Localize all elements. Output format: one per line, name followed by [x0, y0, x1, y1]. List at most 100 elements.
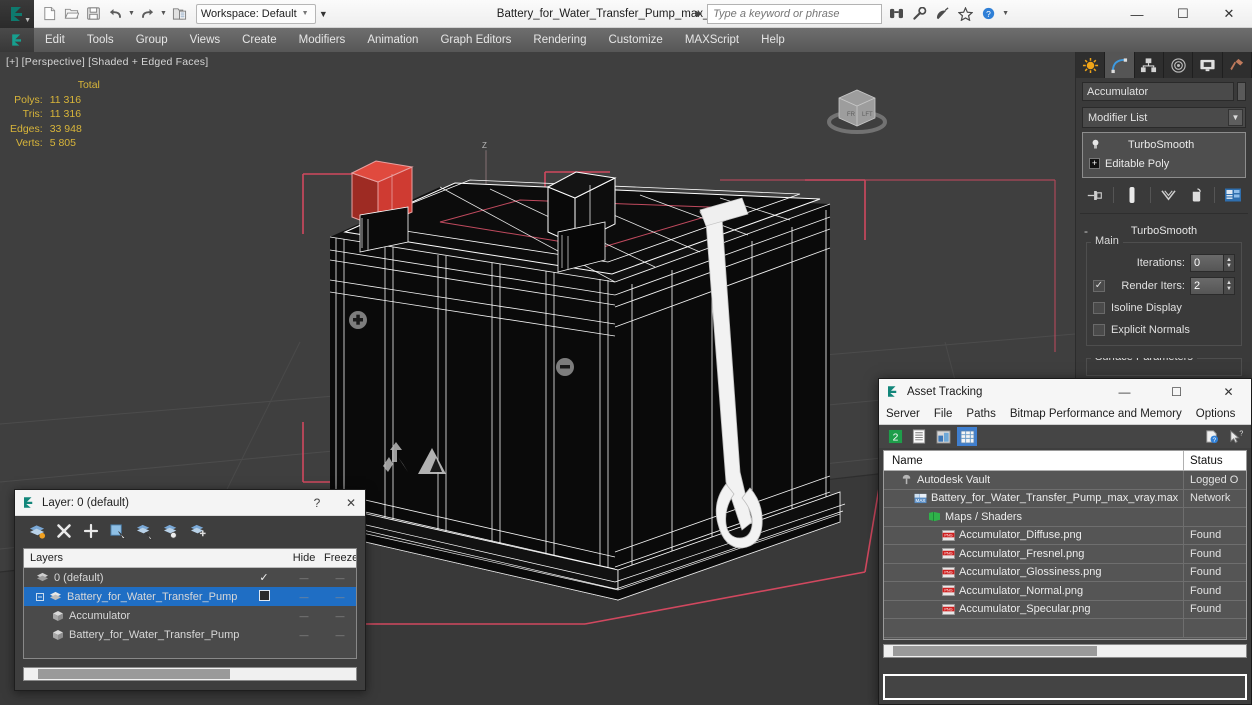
menu-item-help[interactable]: Help — [750, 28, 796, 52]
at-menu-file[interactable]: File — [927, 404, 960, 425]
render-iters-spinner[interactable]: ▲▼ — [1190, 276, 1235, 295]
at-menu-paths[interactable]: Paths — [959, 404, 1002, 425]
explicit-normals-checkbox[interactable] — [1093, 324, 1105, 336]
refresh-green-icon[interactable]: 2 — [885, 427, 905, 446]
object-name-input[interactable] — [1082, 82, 1234, 101]
scrollbar-thumb[interactable] — [38, 669, 230, 679]
modifier-stack[interactable]: TurboSmooth + Editable Poly — [1082, 132, 1246, 178]
asset-tracking-dialog[interactable]: Asset Tracking — ☐ ✕ Server File Paths B… — [878, 378, 1252, 705]
menu-item-animation[interactable]: Animation — [356, 28, 429, 52]
modifier-stack-item-turbosmooth[interactable]: TurboSmooth — [1083, 135, 1245, 154]
asset-tracking-minimize-button[interactable]: — — [1102, 379, 1147, 404]
layer-row[interactable]: Battery_for_Water_Transfer_Pump — — — [24, 587, 356, 606]
asset-row[interactable] — [884, 619, 1246, 638]
asset-tracking-maximize-button[interactable]: ☐ — [1154, 379, 1199, 404]
modifier-stack-item-editable-poly[interactable]: + Editable Poly — [1083, 154, 1245, 173]
isoline-display-checkbox[interactable] — [1093, 302, 1105, 314]
hierarchy-tab[interactable] — [1135, 52, 1164, 78]
redo-icon[interactable] — [137, 3, 158, 24]
plus-icon[interactable] — [81, 521, 101, 541]
object-color-swatch[interactable] — [1237, 82, 1246, 101]
workspace-selector[interactable]: Workspace: Default ▼ — [195, 3, 316, 24]
help-circle-icon[interactable]: ? — [978, 3, 999, 24]
trash-icon[interactable] — [1183, 184, 1209, 206]
layer-table[interactable]: Layers Hide Freeze 0 (default) ✓ — — Bat… — [23, 548, 357, 659]
layer-dialog-help-button[interactable]: ? — [303, 490, 331, 516]
list-icon[interactable] — [909, 427, 929, 446]
layer-current-indicator[interactable]: ✓ — [244, 571, 284, 584]
motion-tab[interactable] — [1164, 52, 1194, 78]
layer-row[interactable]: 0 (default) ✓ — — — [24, 568, 356, 587]
new-layer-icon[interactable] — [27, 521, 47, 541]
asset-row[interactable]: Maps / Shaders — [884, 508, 1246, 527]
layer-hide-toggle[interactable]: — — [284, 573, 324, 583]
isoline-display-row[interactable]: Isoline Display — [1093, 299, 1235, 317]
viewport-label[interactable]: [+] [Perspective] [Shaded + Edged Faces] — [6, 56, 208, 68]
layer-row[interactable]: Accumulator — — — [24, 606, 356, 625]
menu-item-tools[interactable]: Tools — [76, 28, 125, 52]
new-file-icon[interactable] — [39, 3, 60, 24]
close-button[interactable]: ✕ — [1206, 0, 1252, 28]
asset-tracking-close-button[interactable]: ✕ — [1206, 379, 1251, 404]
menu-item-customize[interactable]: Customize — [597, 28, 673, 52]
render-iters-input[interactable] — [1190, 276, 1224, 295]
menu-item-maxscript[interactable]: MAXScript — [674, 28, 750, 52]
explicit-normals-row[interactable]: Explicit Normals — [1093, 321, 1235, 339]
asset-horizontal-scrollbar[interactable] — [883, 644, 1247, 658]
layer-current-indicator[interactable] — [244, 589, 284, 604]
asset-row[interactable]: PNG Accumulator_Specular.png Found — [884, 600, 1246, 619]
minimize-button[interactable]: — — [1114, 0, 1160, 28]
display-tab[interactable] — [1193, 52, 1223, 78]
view-cube[interactable]: FR LFT — [817, 74, 897, 146]
show-result-icon[interactable] — [1119, 184, 1145, 206]
asset-row[interactable]: MAX Battery_for_Water_Transfer_Pump_max_… — [884, 489, 1246, 508]
iterations-spinner[interactable]: ▲▼ — [1190, 253, 1235, 272]
asset-row[interactable]: Autodesk Vault Logged O — [884, 471, 1246, 490]
redo-dropdown-arrow-icon[interactable]: ▼ — [159, 10, 168, 17]
help-dropdown-arrow-icon[interactable]: ▼ — [1001, 10, 1010, 17]
layer-dialog-titlebar[interactable]: Layer: 0 (default) ? ✕ — [15, 490, 365, 516]
menu-item-modifiers[interactable]: Modifiers — [288, 28, 357, 52]
workspace-dropdown-arrow-icon[interactable]: ▼ — [319, 9, 328, 19]
context-help-icon[interactable]: ? — [1225, 427, 1245, 446]
layer-row[interactable]: Battery_for_Water_Transfer_Pump — — — [24, 625, 356, 644]
layer-freeze-toggle[interactable]: — — [324, 592, 356, 602]
layer-horizontal-scrollbar[interactable] — [23, 667, 357, 681]
asset-tracking-titlebar[interactable]: Asset Tracking — ☐ ✕ — [879, 379, 1251, 404]
binoculars-icon[interactable] — [886, 3, 907, 24]
at-menu-options[interactable]: Options — [1189, 404, 1243, 425]
maximize-button[interactable]: ☐ — [1160, 0, 1206, 28]
configure-icon[interactable] — [1220, 184, 1246, 206]
star-icon[interactable] — [955, 3, 976, 24]
iterations-input[interactable] — [1190, 253, 1224, 272]
asset-row[interactable]: PNG Accumulator_Glossiness.png Found — [884, 563, 1246, 582]
app-logo-button[interactable]: ▼ — [0, 0, 34, 28]
expand-toggle-icon[interactable] — [36, 592, 44, 601]
menu-item-views[interactable]: Views — [179, 28, 231, 52]
layer-dialog[interactable]: Layer: 0 (default) ? ✕ Layers Hide Freez… — [14, 489, 366, 691]
undo-icon[interactable] — [105, 3, 126, 24]
help-icon[interactable]: ? — [1201, 427, 1221, 446]
asset-row[interactable]: PNG Accumulator_Fresnel.png Found — [884, 545, 1246, 564]
at-menu-bitmap-performance[interactable]: Bitmap Performance and Memory — [1003, 404, 1189, 425]
at-menu-server[interactable]: Server — [879, 404, 927, 425]
modify-tab[interactable] — [1105, 52, 1135, 78]
wrench-icon[interactable] — [909, 3, 930, 24]
render-iters-checkbox[interactable]: ✓ — [1093, 279, 1105, 292]
spinner-arrows-icon[interactable]: ▲ ▼ — [1224, 253, 1235, 272]
project-folder-icon[interactable] — [169, 3, 190, 24]
menu-item-create[interactable]: Create — [231, 28, 288, 52]
asset-row[interactable]: PNG Accumulator_Normal.png Found — [884, 582, 1246, 601]
search-input[interactable] — [707, 3, 883, 24]
spinner-arrows-icon[interactable]: ▲ ▼ — [1224, 276, 1235, 295]
thumbnail-icon[interactable] — [933, 427, 953, 446]
asset-tracking-table[interactable]: Name Status Autodesk Vault Logged O MAX … — [883, 450, 1247, 640]
satellite-dish-icon[interactable] — [932, 3, 953, 24]
scrollbar-thumb[interactable] — [893, 646, 1097, 656]
modifier-list-dropdown[interactable]: Modifier List ▼ — [1082, 107, 1246, 128]
utilities-tab[interactable] — [1223, 52, 1252, 78]
layer-freeze-toggle[interactable]: — — [324, 573, 356, 583]
create-tab[interactable] — [1076, 52, 1106, 78]
make-unique-icon[interactable] — [1156, 184, 1182, 206]
layer-hide-toggle[interactable]: — — [284, 611, 324, 621]
